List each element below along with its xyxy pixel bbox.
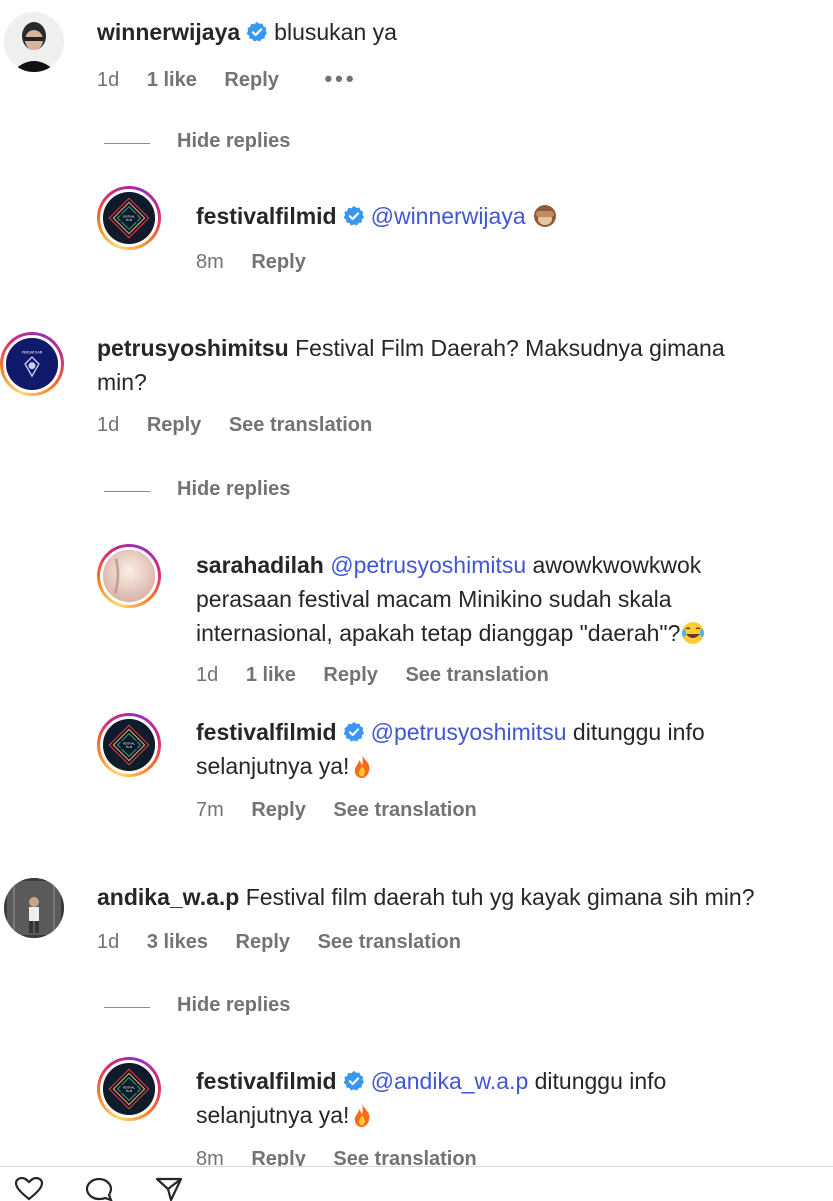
username-winnerwijaya[interactable]: winnerwijaya: [97, 19, 240, 45]
avatar-festivalfilmid[interactable]: [97, 713, 161, 777]
reply-button[interactable]: Reply: [224, 69, 278, 91]
reply-button[interactable]: Reply: [236, 931, 290, 953]
reply-meta: 1d 1 like Reply See translation: [196, 664, 571, 687]
avatar-winnerwijaya[interactable]: [4, 12, 64, 72]
timestamp: 7m: [196, 799, 224, 821]
emblem-avatar-icon: PERSATUAN: [6, 338, 58, 390]
reply-meta: 8m Reply: [196, 251, 328, 274]
see-translation-button[interactable]: See translation: [333, 799, 476, 821]
see-translation-button[interactable]: See translation: [318, 931, 461, 953]
verified-badge-icon: [343, 205, 365, 227]
username-petrusyoshimitsu[interactable]: petrusyoshimitsu: [97, 335, 289, 361]
svg-text:PERSATUAN: PERSATUAN: [22, 351, 43, 355]
timestamp: 1d: [196, 664, 219, 686]
reply-text: sarahadilah @petrusyoshimitsu awowkwowkw…: [196, 548, 706, 650]
heart-icon[interactable]: [14, 1177, 44, 1201]
reply-button[interactable]: Reply: [251, 251, 305, 273]
comment-meta: 1d Reply See translation: [97, 414, 394, 437]
reply-text: festivalfilmid @petrusyoshimitsu ditunggu…: [196, 719, 705, 779]
reply-meta: 7m Reply See translation: [196, 799, 499, 822]
username-festivalfilmid[interactable]: festivalfilmid: [196, 203, 337, 229]
hide-replies-button[interactable]: Hide replies: [177, 130, 290, 153]
comment-text-andika: andika_w.a.p Festival film daerah tuh yg…: [97, 884, 755, 910]
divider-line: [104, 491, 150, 492]
more-options-icon[interactable]: •••: [324, 66, 356, 91]
username-sarahadilah[interactable]: sarahadilah: [196, 552, 324, 578]
photo-avatar-icon: [4, 878, 64, 938]
photo-avatar-icon: [103, 550, 155, 602]
like-count[interactable]: 1 like: [147, 69, 197, 91]
mention-link[interactable]: @andika_w.a.p: [371, 1068, 529, 1094]
person-avatar-icon: [4, 12, 64, 72]
like-count[interactable]: 3 likes: [147, 931, 208, 953]
reply-button[interactable]: Reply: [323, 664, 377, 686]
reply-button[interactable]: Reply: [251, 799, 305, 821]
fire-icon: [355, 755, 370, 778]
see-no-evil-monkey-icon: [534, 205, 557, 227]
timestamp: 1d: [97, 69, 120, 91]
fire-icon: [355, 1104, 370, 1127]
mention-link[interactable]: @petrusyoshimitsu: [371, 719, 567, 745]
avatar-festivalfilmid[interactable]: [97, 1057, 161, 1121]
username-festivalfilmid[interactable]: festivalfilmid: [196, 719, 337, 745]
hide-replies-button[interactable]: Hide replies: [177, 478, 290, 501]
timestamp: 1d: [97, 414, 120, 436]
avatar-sarahadilah[interactable]: [97, 544, 161, 608]
verified-badge-icon: [343, 1070, 365, 1092]
reply-button[interactable]: Reply: [147, 414, 201, 436]
divider-line: [104, 1007, 150, 1008]
comment-meta: 1d 3 likes Reply See translation: [97, 931, 483, 954]
see-translation-button[interactable]: See translation: [405, 664, 548, 686]
festival-logo-icon: [103, 719, 155, 771]
comment-text-winnerwijaya: winnerwijaya blusukan ya: [97, 19, 397, 45]
avatar-andika_w.a.p[interactable]: [4, 878, 64, 938]
reply-text: festivalfilmid @andika_w.a.p ditunggu inf…: [196, 1068, 667, 1128]
mention-link[interactable]: @winnerwijaya: [371, 203, 526, 229]
divider-line: [104, 143, 150, 144]
mention-link[interactable]: @petrusyoshimitsu: [330, 552, 526, 578]
festival-logo-icon: [103, 192, 155, 244]
like-count[interactable]: 1 like: [246, 664, 296, 686]
share-icon[interactable]: [154, 1177, 184, 1201]
comment-icon[interactable]: [84, 1177, 114, 1201]
timestamp: 8m: [196, 251, 224, 273]
face-with-tears-of-joy-icon: [682, 622, 705, 644]
festival-logo-icon: [103, 1063, 155, 1115]
bottom-action-bar: [0, 1166, 833, 1201]
reply-text: festivalfilmid @winnerwijaya: [196, 199, 558, 233]
comment-text-petrusyoshimitsu: petrusyoshimitsu Festival Film Daerah? M…: [97, 335, 725, 395]
comment-meta: 1d 1 like Reply •••: [97, 66, 379, 92]
timestamp: 1d: [97, 931, 120, 953]
username-festivalfilmid[interactable]: festivalfilmid: [196, 1068, 337, 1094]
avatar-petrusyoshimitsu[interactable]: PERSATUAN: [0, 332, 64, 396]
see-translation-button[interactable]: See translation: [229, 414, 372, 436]
avatar-festivalfilmid[interactable]: [97, 186, 161, 250]
username-andika_w.a.p[interactable]: andika_w.a.p: [97, 884, 239, 910]
hide-replies-button[interactable]: Hide replies: [177, 994, 290, 1017]
verified-badge-icon: [246, 21, 268, 43]
verified-badge-icon: [343, 721, 365, 743]
